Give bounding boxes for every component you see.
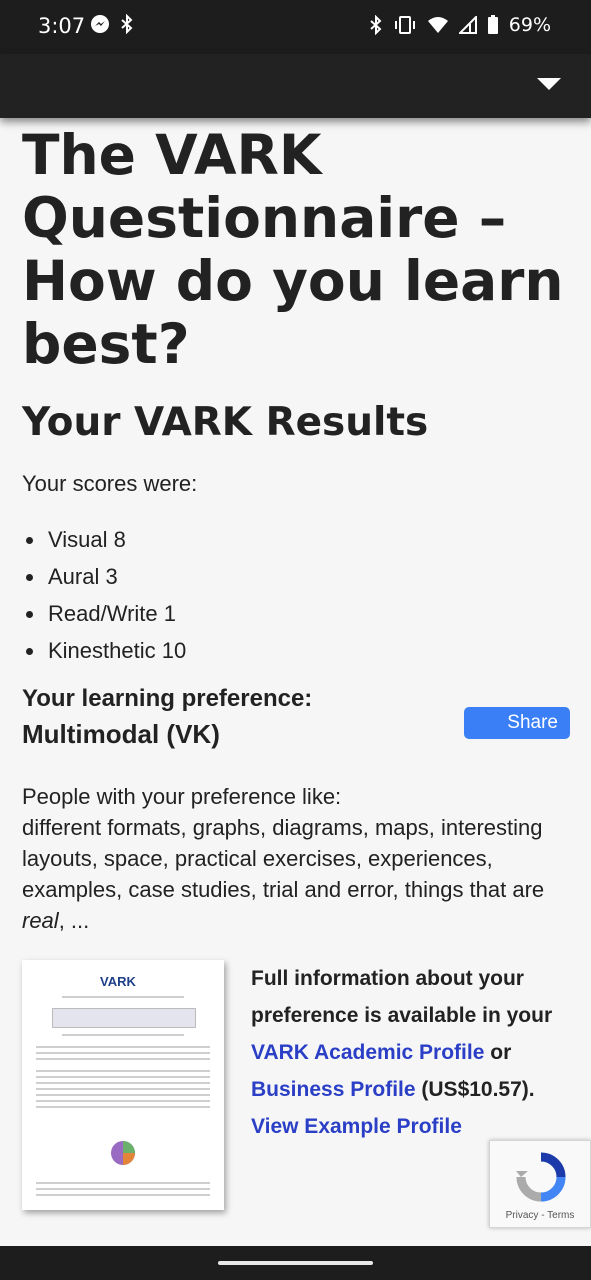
vark-logo: VARK: [100, 974, 136, 989]
recaptcha-icon: [516, 1152, 566, 1202]
thumbnail-line: [36, 1182, 210, 1184]
thumbnail-line: [36, 1076, 210, 1078]
thumbnail-line: [36, 1094, 210, 1096]
main-content: The VARK Questionnaire – How do you lear…: [22, 118, 572, 1220]
thumbnail-line: [36, 1088, 210, 1090]
likes-intro: People with your preference like:: [22, 784, 342, 809]
or-text: or: [484, 1041, 512, 1064]
thumbnail-line: [36, 1052, 210, 1054]
preference-block: Your learning preference: Multimodal (VK…: [22, 685, 572, 765]
score-item: Aural 3: [46, 558, 572, 595]
academic-profile-link[interactable]: VARK Academic Profile: [251, 1041, 484, 1064]
battery-percent: 69%: [508, 14, 551, 36]
preference-description: People with your preference like: differ…: [22, 781, 572, 936]
status-time: 3:07: [38, 14, 86, 38]
example-profile-thumbnail[interactable]: VARK: [22, 960, 224, 1210]
gesture-nav-bar: [0, 1246, 591, 1280]
scores-list: Visual 8 Aural 3 Read/Write 1 Kinestheti…: [22, 521, 572, 669]
recaptcha-privacy-link[interactable]: Privacy: [506, 1210, 539, 1221]
bluetooth-icon: [370, 15, 382, 35]
thumbnail-line: [36, 1046, 210, 1048]
status-bar: 3:07 69%: [0, 0, 591, 54]
recaptcha-terms-link[interactable]: Terms: [547, 1210, 574, 1221]
recaptcha-badge[interactable]: Privacy - Terms: [489, 1140, 591, 1228]
signal-icon: [458, 16, 477, 34]
business-profile-link[interactable]: Business Profile: [251, 1078, 416, 1101]
thumbnail-line: [62, 996, 184, 998]
likes-text: different formats, graphs, diagrams, map…: [22, 815, 545, 902]
messenger-icon: [91, 15, 109, 33]
full-info-intro: Full information about your preference i…: [251, 967, 553, 1027]
score-item: Kinesthetic 10: [46, 632, 572, 669]
score-item: Visual 8: [46, 521, 572, 558]
bluetooth-icon: [121, 14, 133, 34]
results-heading: Your VARK Results: [22, 400, 429, 445]
thumbnail-line: [36, 1194, 210, 1196]
site-navbar: [0, 54, 591, 118]
view-example-profile-link[interactable]: View Example Profile: [251, 1115, 462, 1138]
likes-end: , ...: [58, 908, 90, 933]
scores-intro: Your scores were:: [22, 471, 198, 496]
home-gesture-handle[interactable]: [218, 1261, 373, 1265]
wifi-icon: [427, 17, 448, 33]
recaptcha-separator: -: [538, 1210, 548, 1221]
page-title: The VARK Questionnaire – How do you lear…: [22, 123, 564, 376]
thumbnail-line: [36, 1106, 210, 1108]
battery-icon: [487, 15, 498, 34]
recaptcha-links: Privacy - Terms: [490, 1210, 590, 1221]
score-item: Read/Write 1: [46, 595, 572, 632]
price-text: (US$10.57).: [415, 1078, 535, 1101]
thumbnail-table: [52, 1008, 196, 1028]
pie-chart-icon: [111, 1141, 135, 1165]
thumbnail-line: [62, 1034, 184, 1036]
share-label: Share: [507, 712, 558, 733]
thumbnail-line: [36, 1070, 210, 1072]
thumbnail-line: [36, 1082, 210, 1084]
thumbnail-line: [36, 1100, 210, 1102]
thumbnail-line: [36, 1188, 210, 1190]
share-icon: [473, 716, 487, 730]
menu-dropdown-icon[interactable]: [537, 78, 561, 90]
vibrate-icon: [394, 16, 415, 34]
share-button[interactable]: Share: [464, 707, 570, 739]
likes-italic: real: [22, 908, 59, 933]
thumbnail-line: [36, 1058, 210, 1060]
full-info-text: Full information about your preference i…: [251, 960, 571, 1145]
